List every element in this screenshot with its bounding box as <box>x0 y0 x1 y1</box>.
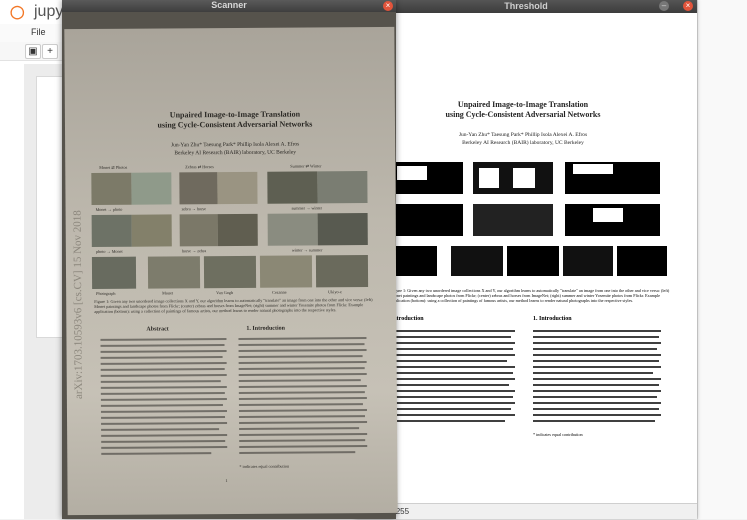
jupyter-right-edge <box>697 0 747 519</box>
jupyter-logo-icon: ◯ <box>10 4 25 19</box>
figure-caption: Figure 1: Given any two unordered image … <box>391 288 670 303</box>
footnote: * indicates equal contribution <box>239 463 290 469</box>
abstract-heading: Abstract <box>146 326 169 333</box>
label-cezanne: Cezanne <box>272 289 287 295</box>
paper-affiliation: Berkeley AI Research (BAIR) laboratory, … <box>174 149 297 157</box>
figure-caption: Figure 1: Given any two unordered image … <box>94 297 373 314</box>
paper-title-line1: Unpaired Image-to-Image Translation <box>457 100 589 109</box>
scanned-paper: arXiv:1703.10593v6 [cs.CV] 15 Nov 2018 U… <box>64 26 398 516</box>
threshold-titlebar[interactable]: Threshold – × <box>355 0 697 13</box>
floppy-icon: ▣ <box>28 46 38 57</box>
label-monet-photo: Monet → photo <box>95 206 123 212</box>
label-monet: Monet <box>162 290 174 296</box>
plus-icon: + <box>47 46 53 57</box>
scanner-image: arXiv:1703.10593v6 [cs.CV] 15 Nov 2018 U… <box>62 12 398 519</box>
paper-authors: Jun-Yan Zhu* Taesung Park* Phillip Isola… <box>458 132 588 138</box>
close-icon[interactable]: × <box>683 1 693 11</box>
add-cell-button[interactable]: + <box>42 44 58 59</box>
intro-heading: 1. Introduction <box>246 325 286 332</box>
close-icon[interactable]: × <box>383 1 393 11</box>
paper-title-line2: using Cycle-Consistent Adversarial Netwo… <box>157 119 313 130</box>
label-photograph: Photograph <box>96 290 116 296</box>
label-summer-winter: Summer ⇄ Winter <box>290 163 322 169</box>
label-horse-zebra: horse → zebra <box>181 248 207 254</box>
scanner-titlebar[interactable]: Scanner × <box>62 0 396 12</box>
label-zebras-horses: Zebras ⇄ Horses <box>185 164 214 170</box>
label-monet-photos: Monet ⇄ Photos <box>99 164 128 170</box>
threshold-footnote: * indicates equal contribution <box>533 432 583 437</box>
threshold-figure <box>393 162 667 276</box>
intro-heading: 1. Introduction <box>533 316 572 322</box>
label-winter-summer: winter → summer <box>291 247 323 253</box>
threshold-window: Threshold – × Unpaired Image-to-Image Tr… <box>355 0 697 519</box>
threshold-image: Unpaired Image-to-Image Translation usin… <box>383 88 683 498</box>
page-number: 1 <box>225 478 228 484</box>
jupyter-app-name: jupy <box>34 3 64 20</box>
figure-1 <box>91 171 369 289</box>
threshold-title: Threshold <box>504 1 548 11</box>
minimize-icon[interactable]: – <box>659 1 669 11</box>
scanner-window: Scanner × arXiv:1703.10593v6 [cs.CV] 15 … <box>62 0 398 519</box>
label-photo-monet: photo → Monet <box>95 248 123 254</box>
label-ukiyoe: Ukiyo-e <box>328 289 342 295</box>
menu-file[interactable]: File <box>31 27 46 37</box>
figure-row-1 <box>91 171 368 205</box>
label-summer-winter-arrow: summer → winter <box>291 205 323 211</box>
label-zebra-horse: zebra → horse <box>181 206 207 212</box>
figure-row-2 <box>91 213 368 247</box>
paper-title-line2: using Cycle-Consistent Adversarial Netwo… <box>445 110 601 119</box>
arxiv-stamp: arXiv:1703.10593v6 [cs.CV] 15 Nov 2018 <box>71 210 85 400</box>
threshold-status-bar: (=83) ~ L:255 <box>355 503 697 519</box>
save-button[interactable]: ▣ <box>25 44 41 59</box>
scanner-body-text <box>64 27 394 455</box>
figure-row-3 <box>91 255 369 289</box>
label-van-gogh: Van Gogh <box>216 289 234 296</box>
scanner-title: Scanner <box>211 0 247 10</box>
paper-affiliation: Berkeley AI Research (BAIR) laboratory, … <box>462 140 584 146</box>
